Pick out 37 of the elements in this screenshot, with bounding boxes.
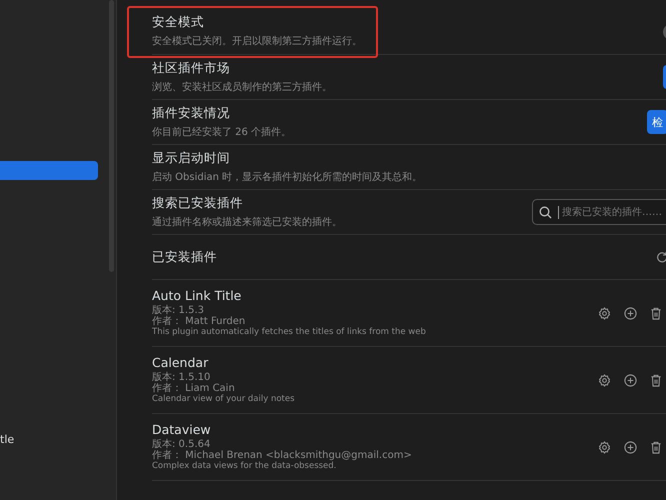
- plugin-author: 作者： Matt Furden: [152, 316, 246, 328]
- plugin-description: This plugin automatically fetches the titles of links from the web: [152, 327, 427, 338]
- settings-icon[interactable]: [598, 306, 611, 320]
- plugin-author: 作者： Michael Brenan <blacksmithgu@gmail.com>: [152, 450, 413, 462]
- setting-title: 搜索已安装插件: [152, 195, 243, 212]
- setting-title: 社区插件市场: [152, 60, 230, 77]
- settings-icon[interactable]: [598, 440, 611, 454]
- trash-icon[interactable]: [650, 306, 662, 320]
- section-heading: 已安装插件: [152, 248, 217, 266]
- plugin-version: 版本: 1.5.10: [152, 373, 212, 384]
- plugin-description: Calendar view of your daily notes: [152, 394, 296, 405]
- plugin-name: Calendar: [152, 355, 210, 370]
- plugin-name: Dataview: [152, 422, 212, 438]
- trash-icon[interactable]: [650, 374, 662, 386]
- refresh-icon[interactable]: [656, 251, 666, 263]
- plugin-name: Auto Link Title: [152, 288, 242, 304]
- check-button[interactable]: 检: [647, 110, 666, 134]
- add-icon[interactable]: [624, 440, 637, 454]
- setting-description: 启动 Obsidian 时，显示各插件初始化所需的时间及其总和。: [152, 170, 422, 184]
- search-icon: [539, 206, 552, 218]
- setting-title: 插件安装情况: [152, 105, 230, 122]
- trash-icon[interactable]: [650, 440, 662, 454]
- setting-description: 你目前已经安装了 26 个插件。: [152, 126, 292, 139]
- plugin-version: 版本: 1.5.3: [152, 306, 205, 316]
- setting-description: 通过插件名称或描述来筛选已安装的插件。: [152, 216, 342, 229]
- add-icon[interactable]: [624, 374, 637, 386]
- sidebar-item[interactable]: tle: [0, 430, 98, 449]
- plugin-description: Complex data views for the data-obsessed.: [152, 461, 338, 472]
- plugin-author: 作者： Liam Cain: [152, 384, 236, 394]
- setting-title: 显示启动时间: [152, 150, 230, 167]
- setting-description: 浏览、安装社区成员制作的第三方插件。: [152, 80, 332, 94]
- settings-icon[interactable]: [598, 374, 611, 386]
- plugin-version: 版本: 0.5.64: [152, 440, 210, 450]
- setting-title: 安全模式: [152, 14, 204, 31]
- add-icon[interactable]: [624, 306, 637, 320]
- setting-description: 安全模式已关闭。开启以限制第三方插件运行。: [152, 34, 362, 48]
- search-field[interactable]: 搜索已安装的插件……: [532, 199, 666, 225]
